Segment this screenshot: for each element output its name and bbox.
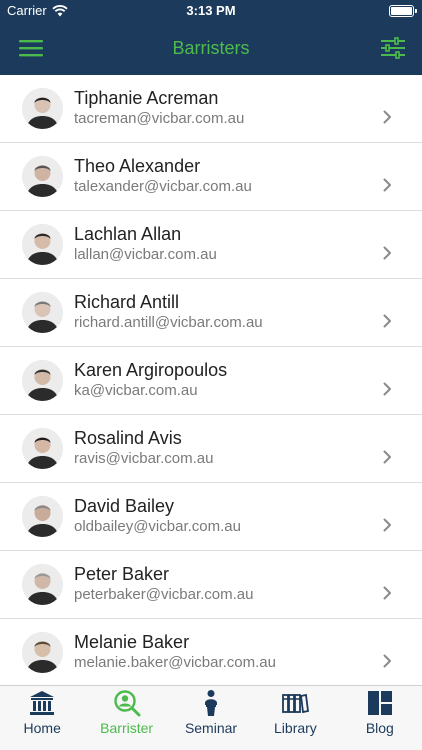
chevron-right-icon — [383, 110, 391, 124]
barrister-email: ravis@vicbar.com.au — [74, 450, 214, 467]
avatar — [22, 88, 63, 129]
barrister-name: Melanie Baker — [74, 632, 190, 652]
tab-seminar[interactable]: Seminar — [169, 686, 253, 750]
filter-button[interactable] — [380, 36, 406, 60]
barrister-email: melanie.baker@vicbar.com.au — [74, 654, 276, 671]
speaker-podium-icon — [197, 689, 225, 717]
avatar — [22, 224, 63, 265]
tab-label: Seminar — [184, 720, 238, 736]
person-search-icon — [113, 689, 141, 717]
barrister-row[interactable]: Theo Alexander talexander@vicbar.com.au — [0, 143, 422, 211]
chevron-right-icon — [383, 314, 391, 328]
tab-label: Library — [274, 720, 317, 736]
barrister-email: lallan@vicbar.com.au — [74, 246, 217, 263]
avatar — [22, 156, 63, 197]
chevron-right-icon — [383, 654, 391, 668]
tab-library[interactable]: Library — [253, 686, 337, 750]
barrister-row[interactable]: Rosalind Avis ravis@vicbar.com.au — [0, 415, 422, 483]
avatar — [22, 428, 63, 469]
barrister-name: David Bailey — [74, 496, 175, 516]
barrister-row[interactable]: Karen Argiropoulos ka@vicbar.com.au — [0, 347, 422, 415]
chevron-right-icon — [383, 450, 391, 464]
avatar — [22, 564, 63, 605]
barrister-name: Theo Alexander — [74, 156, 201, 176]
barrister-email: oldbailey@vicbar.com.au — [74, 518, 241, 535]
avatar — [22, 292, 63, 333]
tab-label: Blog — [365, 720, 394, 736]
barrister-email: ka@vicbar.com.au — [74, 382, 198, 399]
chevron-right-icon — [383, 586, 391, 600]
barrister-row[interactable]: Melanie Baker melanie.baker@vicbar.com.au — [0, 619, 422, 685]
tab-blog[interactable]: Blog — [338, 686, 422, 750]
chevron-right-icon — [383, 382, 391, 396]
battery-icon — [389, 5, 417, 17]
sliders-icon — [381, 37, 405, 59]
tab-bar: Home Barrister Seminar Library Blog — [0, 685, 422, 750]
barrister-row[interactable]: Peter Baker peterbaker@vicbar.com.au — [0, 551, 422, 619]
avatar — [22, 360, 63, 401]
barrister-name: Tiphanie Acreman — [74, 88, 219, 108]
hamburger-icon — [19, 40, 43, 57]
status-bar: Carrier 3:13 PM — [0, 0, 422, 22]
barrister-row[interactable]: Richard Antill richard.antill@vicbar.com.… — [0, 279, 422, 347]
barrister-row[interactable]: David Bailey oldbailey@vicbar.com.au — [0, 483, 422, 551]
barrister-row[interactable]: Lachlan Allan lallan@vicbar.com.au — [0, 211, 422, 279]
barrister-name: Karen Argiropoulos — [74, 360, 228, 380]
chevron-right-icon — [383, 518, 391, 532]
barrister-name: Peter Baker — [74, 564, 170, 584]
barrister-email: talexander@vicbar.com.au — [74, 178, 252, 195]
chevron-right-icon — [383, 246, 391, 260]
barrister-name: Richard Antill — [74, 292, 180, 312]
tab-home[interactable]: Home — [0, 686, 84, 750]
chevron-right-icon — [383, 178, 391, 192]
barrister-list[interactable]: Tiphanie Acreman tacreman@vicbar.com.au Th… — [0, 75, 422, 685]
tab-barrister[interactable]: Barrister — [84, 686, 168, 750]
avatar — [22, 632, 63, 673]
layout-icon — [366, 689, 394, 717]
tab-label: Home — [23, 720, 61, 736]
barrister-email: tacreman@vicbar.com.au — [74, 110, 245, 127]
nav-bar: Barristers — [0, 22, 422, 75]
tab-label: Barrister — [100, 720, 154, 736]
barrister-row[interactable]: Tiphanie Acreman tacreman@vicbar.com.au — [0, 75, 422, 143]
books-icon — [281, 689, 310, 717]
page-title: Barristers — [172, 38, 250, 58]
avatar — [22, 496, 63, 537]
barrister-name: Lachlan Allan — [74, 224, 182, 244]
barrister-email: peterbaker@vicbar.com.au — [74, 586, 254, 603]
barrister-email: richard.antill@vicbar.com.au — [74, 314, 263, 331]
status-time: 3:13 PM — [186, 3, 236, 18]
bank-icon — [28, 689, 56, 717]
menu-button[interactable] — [18, 38, 44, 58]
barrister-name: Rosalind Avis — [74, 428, 182, 448]
